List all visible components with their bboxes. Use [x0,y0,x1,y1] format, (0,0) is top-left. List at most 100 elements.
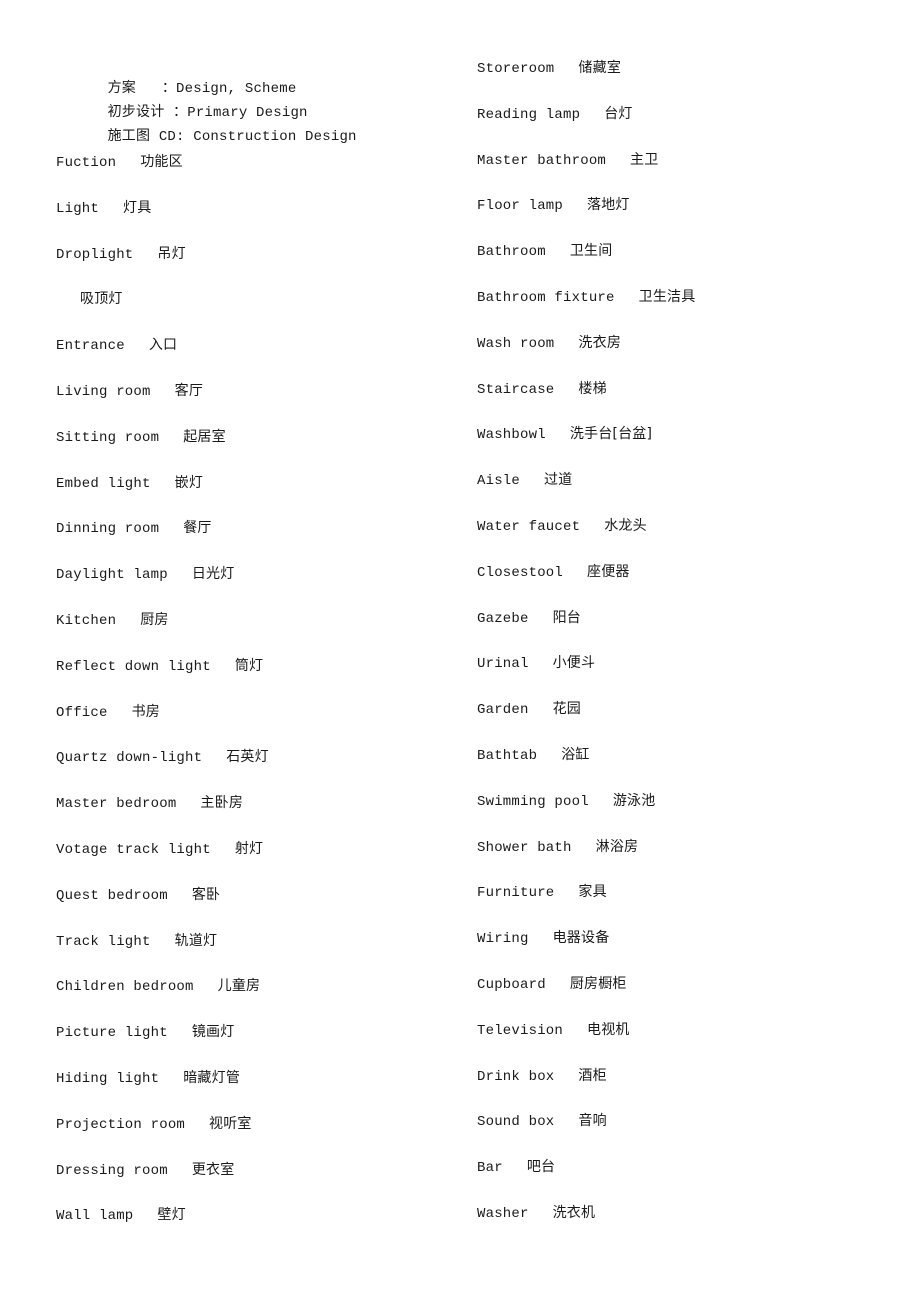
term-english: Garden [477,702,529,719]
term-english: Drink box [477,1068,555,1085]
term-chinese: 洗衣房 [578,334,622,351]
document-page: 方案 ：Design, Scheme 初步设计 ：Primary Design … [0,0,920,1302]
term-english: Sound box [477,1114,555,1131]
term-english: Washer [477,1206,529,1222]
term-english: Dressing room [56,1162,168,1179]
term-chinese: 起居室 [183,428,226,445]
term-chinese: 主卫 [630,151,659,168]
term-chinese: 储藏室 [578,60,622,76]
glossary-entry: Embed light 嵌灯 [56,473,203,493]
glossary-entry: Bathroom 卫生间 [477,241,612,261]
term-english: Bathtab [477,748,538,764]
glossary-entry: Urinal 小便斗 [477,653,595,673]
term-chinese: 酒柜 [578,1067,607,1084]
glossary-entry: Dinning room 餐厅 [56,518,212,538]
term-chinese: 壁灯 [157,1207,186,1224]
term-english: Aisle [477,473,521,490]
term-chinese: 嵌灯 [174,474,204,491]
term-chinese: 日光灯 [191,566,235,583]
term-english: Light [56,200,100,217]
term-english: Projection room [56,1116,186,1133]
term-chinese: 客厅 [174,383,204,399]
term-english: Reflect down light [56,658,211,675]
term-english: Television [477,1022,564,1039]
term-chinese: 更衣室 [191,1161,235,1178]
term-chinese: 淋浴房 [595,838,639,855]
glossary-entry: Living room 客厅 [56,381,203,401]
term-english: Bathroom [477,244,546,261]
term-chinese: 音响 [578,1113,607,1130]
term-chinese: 游泳池 [612,792,656,809]
term-chinese: 厨房 [140,612,169,628]
header-line-scheme: 方案 ：Design, Scheme [56,58,297,97]
glossary-entry: Water faucet 水龙头 [477,516,647,536]
term-english: Daylight lamp [56,567,168,584]
glossary-entry: Wiring 电器设备 [477,928,609,948]
term-english: Swimming pool [477,793,589,810]
term-english: Washbowl [477,427,546,444]
term-english: Staircase [477,381,555,398]
glossary-entry: Picture light 镜画灯 [56,1022,234,1042]
term-english: Fuction [56,155,117,171]
term-english: Hiding light [56,1071,160,1087]
term-chinese: 主卧房 [200,795,244,812]
glossary-entry: Sound box 音响 [477,1111,607,1131]
term-english: Votage track light [56,842,211,858]
term-english: Wiring [477,931,529,948]
term-english: Storeroom [477,61,555,77]
term-chinese: 浴缸 [561,747,590,763]
term-chinese: 吧台 [526,1159,556,1176]
term-chinese: 台灯 [604,105,633,122]
term-english: Office [56,704,108,721]
term-english: Quest bedroom [56,887,168,904]
header-term-en: Construction Design [193,129,357,145]
term-english: Wash room [477,335,555,352]
term-chinese: 视听室 [209,1115,252,1132]
glossary-entry: Television 电视机 [477,1020,630,1040]
term-english: Dinning room [56,521,160,538]
term-chinese: 电器设备 [552,930,610,947]
term-english: Water faucet [477,519,581,535]
glossary-entry: Staircase 楼梯 [477,379,607,399]
term-chinese: 暗藏灯管 [183,1070,241,1086]
glossary-entry: Entrance 入口 [56,335,177,355]
term-chinese: 镜画灯 [191,1024,235,1041]
glossary-entry: Projection room 视听室 [56,1114,252,1134]
glossary-entry: Swimming pool 游泳池 [477,791,655,811]
term-english: Bar [477,1160,503,1177]
term-chinese: 水龙头 [604,518,647,534]
term-english: Entrance [56,338,125,355]
term-english: Living room [56,384,151,400]
glossary-entry: Quartz down-light 石英灯 [56,747,269,767]
glossary-entry: Dressing room 更衣室 [56,1160,234,1180]
glossary-entry: Children bedroom 儿童房 [56,976,260,996]
glossary-entry: Master bathroom 主卫 [477,150,658,170]
term-english: Track light [56,933,151,950]
glossary-entry: Reading lamp 台灯 [477,104,633,124]
term-english: Bathroom fixture [477,290,615,306]
term-chinese: 卫生间 [569,243,613,260]
term-chinese: 洗衣机 [552,1205,596,1221]
term-english: Closestool [477,564,564,581]
glossary-entry: Washbowl 洗手台[台盆] [477,424,652,444]
term-chinese: 射灯 [234,841,264,857]
term-chinese: 入口 [148,337,178,354]
term-english: Children bedroom [56,979,194,996]
glossary-entry: Reflect down light 筒灯 [56,656,263,676]
term-english: Cupboard [477,977,546,993]
term-english: Furniture [477,885,555,902]
glossary-entry: Kitchen 厨房 [56,610,169,630]
header-line-primary-design: 初步设计 ：Primary Design [56,82,308,121]
glossary-entry: Daylight lamp 日光灯 [56,564,234,584]
term-chinese: 小便斗 [552,655,596,672]
glossary-entry: Sitting room 起居室 [56,427,226,447]
glossary-entry: Bathtab 浴缸 [477,745,590,765]
term-chinese: 轨道灯 [174,932,218,949]
term-chinese: 洗手台[台盆] [569,426,653,443]
term-english: Shower bath [477,839,572,856]
glossary-entry: Cupboard 厨房橱柜 [477,974,627,994]
glossary-entry: Aisle 过道 [477,470,572,490]
glossary-entry: Master bedroom 主卧房 [56,793,243,813]
term-chinese: 阳台 [552,609,582,626]
glossary-entry: 吸顶灯 [56,289,123,309]
